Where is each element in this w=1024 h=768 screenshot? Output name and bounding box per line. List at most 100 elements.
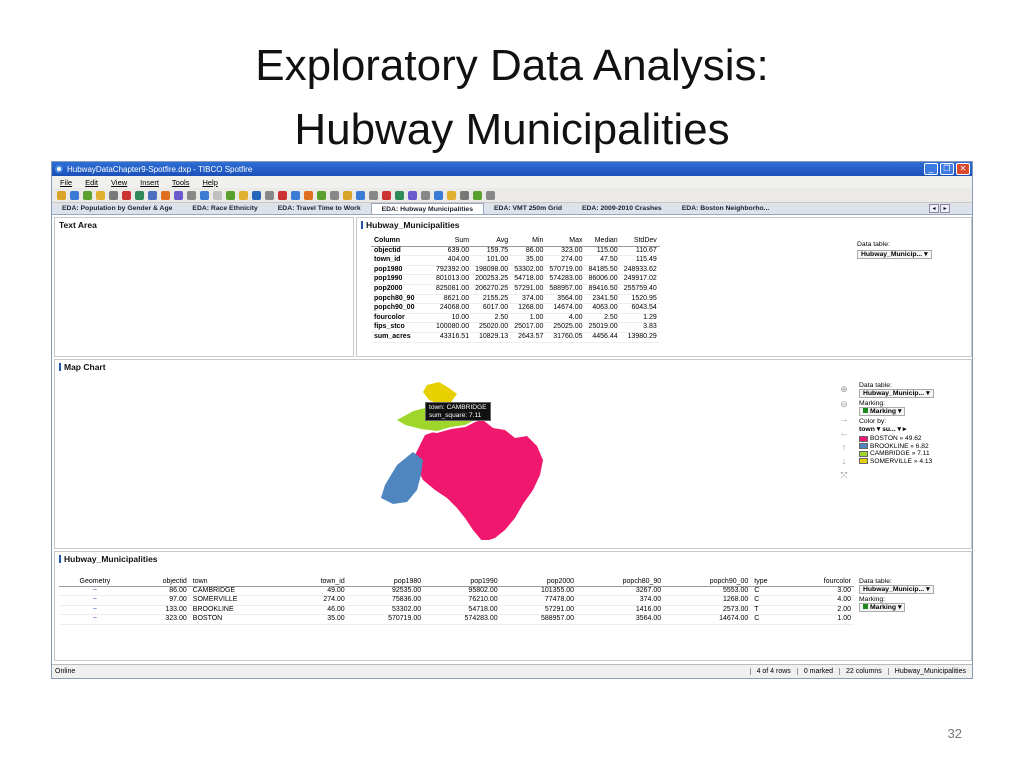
toolbar-button-icon[interactable] — [330, 190, 339, 200]
toolbar-button-icon[interactable] — [70, 190, 79, 200]
municipality-table[interactable]: Geometry objectid town town_id pop1980 pop199… — [59, 577, 854, 625]
toolbar-button-icon[interactable] — [291, 190, 300, 200]
toolbar-button-icon[interactable] — [278, 190, 287, 200]
table-marking-dropdown[interactable]: Marking ▾ — [859, 603, 906, 612]
legend-item[interactable]: BOSTON » 49.62 — [859, 435, 934, 443]
toolbar-button-icon[interactable] — [486, 190, 495, 200]
zoom-in-icon[interactable]: ⊕ — [840, 384, 848, 395]
toolbar-button-icon[interactable] — [369, 190, 378, 200]
column-header[interactable]: objectid — [130, 577, 190, 587]
tab-item[interactable]: EDA: Hubway Municipalities — [370, 203, 484, 214]
toolbar-button-icon[interactable] — [265, 190, 274, 200]
table-cell: 2.00 — [788, 605, 854, 615]
toolbar-button-icon[interactable] — [148, 190, 157, 200]
toolbar-button-icon[interactable] — [174, 190, 183, 200]
tab-scroll-right-icon[interactable]: ▸ — [940, 204, 950, 213]
table-row[interactable]: popch90_00 24068.00 6017.00 1268.00 14674.00… — [371, 303, 660, 314]
data-table-dropdown[interactable]: Hubway_Municip... ▾ — [857, 250, 932, 259]
column-header[interactable]: pop2000 — [500, 577, 578, 587]
toolbar-button-icon[interactable] — [200, 190, 209, 200]
toolbar-button-icon[interactable] — [213, 190, 222, 200]
menu-view[interactable]: View — [111, 178, 127, 187]
map-data-table-dropdown[interactable]: Hubway_Municip... ▾ — [859, 389, 934, 398]
column-header[interactable]: popch90_00 — [664, 577, 752, 587]
column-header[interactable]: popch80_90 — [577, 577, 665, 587]
menu-edit[interactable]: Edit — [85, 178, 98, 187]
tab-item[interactable]: EDA: 2009-2010 Crashes — [572, 203, 672, 214]
toolbar-button-icon[interactable] — [187, 190, 196, 200]
map-marking-dropdown[interactable]: Marking ▾ — [859, 407, 906, 416]
color-by-value-dropdown[interactable]: su... ▾ ▸ — [882, 426, 906, 433]
toolbar-button-icon[interactable] — [460, 190, 469, 200]
tab-item[interactable]: EDA: Population by Gender & Age — [52, 203, 182, 214]
toolbar-button-icon[interactable] — [122, 190, 131, 200]
legend-item[interactable]: CAMBRIDGE » 7.11 — [859, 450, 934, 458]
toolbar-button-icon[interactable] — [226, 190, 235, 200]
pan-down-icon[interactable]: ↓ — [842, 456, 847, 466]
tab-item[interactable]: EDA: Travel Time to Work — [268, 203, 371, 214]
column-header[interactable]: pop1980 — [347, 577, 425, 587]
table-row[interactable]: sum_acres 43316.51 10829.13 2643.57 31760.05… — [371, 332, 660, 343]
toolbar-button-icon[interactable] — [239, 190, 248, 200]
toolbar-button-icon[interactable] — [109, 190, 118, 200]
toolbar-button-icon[interactable] — [382, 190, 391, 200]
table-row[interactable]: ~97.00 SOMERVILLE 274.00 75836.00 76210.00 77… — [59, 595, 854, 606]
column-header[interactable]: town — [189, 577, 289, 587]
tab-scroll-left-icon[interactable]: ◂ — [929, 204, 939, 213]
toolbar-button-icon[interactable] — [447, 190, 456, 200]
table-row[interactable]: ~323.00 BOSTON 35.00 570719.00 574283.00 5889… — [59, 614, 854, 625]
zoom-out-icon[interactable]: ⊖ — [840, 399, 848, 410]
menu-file[interactable]: File — [60, 178, 72, 187]
table-cell: 133.00 — [130, 605, 190, 615]
column-header[interactable]: type — [751, 577, 789, 587]
toolbar-button-icon[interactable] — [57, 190, 66, 200]
table-row[interactable]: ~86.00 CAMBRIDGE 49.00 92535.00 95802.00 1013… — [59, 586, 854, 596]
tab-item[interactable]: EDA: Boston Neighborho... — [672, 203, 780, 214]
column-header[interactable]: town_id — [288, 577, 348, 587]
column-header[interactable]: fourcolor — [788, 577, 854, 587]
toolbar-button-icon[interactable] — [356, 190, 365, 200]
stats-cell: 115.00 — [585, 246, 621, 257]
restore-button[interactable]: ❐ — [940, 163, 954, 175]
tab-item[interactable]: EDA: Race Ethnicity — [182, 203, 267, 214]
table-row[interactable]: fips_stco 100080.00 25020.00 25017.00 25025.… — [371, 322, 660, 333]
menu-tools[interactable]: Tools — [172, 178, 190, 187]
column-header[interactable]: Geometry — [59, 577, 131, 587]
toolbar-button-icon[interactable] — [96, 190, 105, 200]
pan-up-icon[interactable]: ↑ — [842, 442, 847, 452]
pan-right-icon[interactable]: → — [840, 414, 849, 424]
table-row[interactable]: pop1980 792392.00 198098.00 53302.00 570719.… — [371, 265, 660, 276]
toolbar-button-icon[interactable] — [83, 190, 92, 200]
toolbar-button-icon[interactable] — [161, 190, 170, 200]
menu-insert[interactable]: Insert — [140, 178, 159, 187]
table-row[interactable]: pop1990 801013.00 200253.25 54718.00 574283.… — [371, 274, 660, 285]
legend-item[interactable]: BROOKLINE » 6.82 — [859, 443, 934, 451]
toolbar-button-icon[interactable] — [434, 190, 443, 200]
fit-icon[interactable]: ⤧ — [840, 470, 847, 481]
legend-item[interactable]: SOMERVILLE » 4.13 — [859, 458, 934, 466]
column-header[interactable]: pop1990 — [424, 577, 501, 587]
toolbar-button-icon[interactable] — [317, 190, 326, 200]
menu-help[interactable]: Help — [202, 178, 217, 187]
table-row[interactable]: popch80_90 8621.00 2155.25 374.00 3564.00 234… — [371, 294, 660, 305]
toolbar-button-icon[interactable] — [395, 190, 404, 200]
toolbar-button-icon[interactable] — [304, 190, 313, 200]
table-row[interactable]: fourcolor 10.00 2.50 1.00 4.00 2.50 1.29 — [371, 313, 660, 324]
toolbar-button-icon[interactable] — [252, 190, 261, 200]
table-row[interactable]: objectid 639.00 159.75 86.00 323.00 115.00 110… — [371, 246, 660, 257]
toolbar-button-icon[interactable] — [421, 190, 430, 200]
table-row[interactable]: ~133.00 BROOKLINE 46.00 53302.00 54718.00 572… — [59, 605, 854, 615]
toolbar-button-icon[interactable] — [135, 190, 144, 200]
toolbar-button-icon[interactable] — [473, 190, 482, 200]
close-button[interactable]: ✕ — [956, 163, 970, 175]
toolbar-button-icon[interactable] — [408, 190, 417, 200]
table-row[interactable]: town_id 404.00 101.00 35.00 274.00 47.50 115.4… — [371, 255, 660, 266]
status-marked: 0 marked — [796, 668, 839, 675]
pan-left-icon[interactable]: ← — [840, 428, 849, 438]
minimize-button[interactable]: _ — [924, 163, 938, 175]
table-row[interactable]: pop2000 825081.00 206270.25 57291.00 588957.… — [371, 284, 660, 295]
tab-item[interactable]: EDA: VMT 250m Grid — [484, 203, 572, 214]
toolbar-button-icon[interactable] — [343, 190, 352, 200]
color-by-column-dropdown[interactable]: town ▾ — [859, 426, 880, 433]
table-data-table-dropdown[interactable]: Hubway_Municip... ▾ — [859, 585, 934, 594]
